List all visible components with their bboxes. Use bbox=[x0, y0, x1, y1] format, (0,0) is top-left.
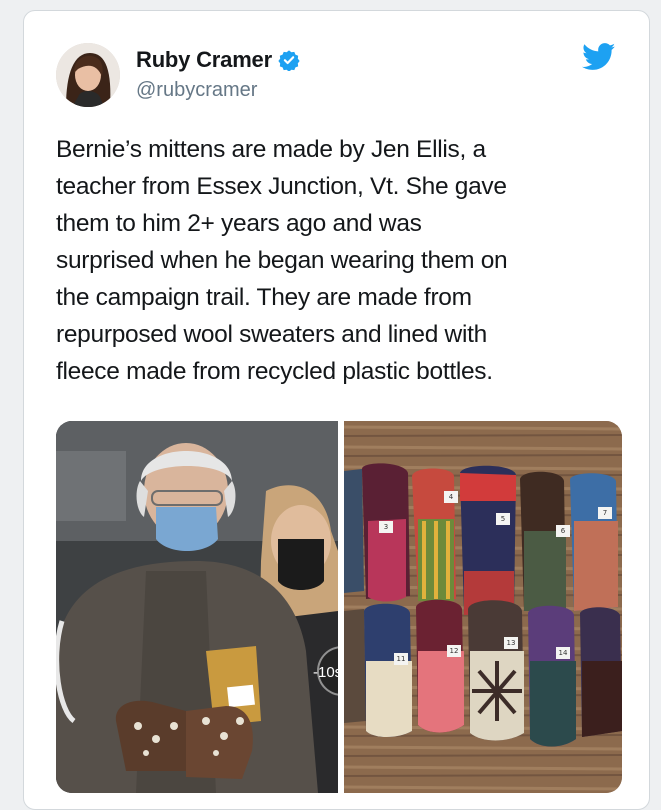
mitten-tag: 6 bbox=[556, 525, 570, 537]
photo-mittens[interactable]: 3 4 5 6 7 11 12 13 14 bbox=[344, 421, 622, 793]
mitten-tag: 3 bbox=[379, 521, 393, 533]
author-handle[interactable]: @rubycramer bbox=[136, 79, 257, 102]
mitten-tag: 5 bbox=[496, 513, 510, 525]
tweet-card[interactable]: Ruby Cramer @rubycramer Bernie’s mittens… bbox=[23, 10, 650, 810]
mitten-tag: 12 bbox=[447, 645, 461, 657]
mitten-tag: 13 bbox=[504, 637, 518, 649]
mitten-tag: 11 bbox=[394, 653, 408, 665]
avatar[interactable] bbox=[56, 43, 120, 107]
mitten-tag: 14 bbox=[556, 647, 570, 659]
mitten-tag: 4 bbox=[444, 491, 458, 503]
author-row[interactable]: Ruby Cramer bbox=[136, 47, 300, 73]
photo-bernie[interactable]: -10s bbox=[56, 421, 338, 793]
mitten-tag: 7 bbox=[598, 507, 612, 519]
tweet-text: Bernie’s mittens are made by Jen Ellis, … bbox=[56, 136, 508, 385]
author-name[interactable]: Ruby Cramer bbox=[136, 47, 272, 73]
tweet-media[interactable]: -10s bbox=[56, 421, 622, 793]
twitter-bird-icon[interactable] bbox=[582, 43, 616, 71]
verified-badge-icon bbox=[278, 50, 300, 71]
